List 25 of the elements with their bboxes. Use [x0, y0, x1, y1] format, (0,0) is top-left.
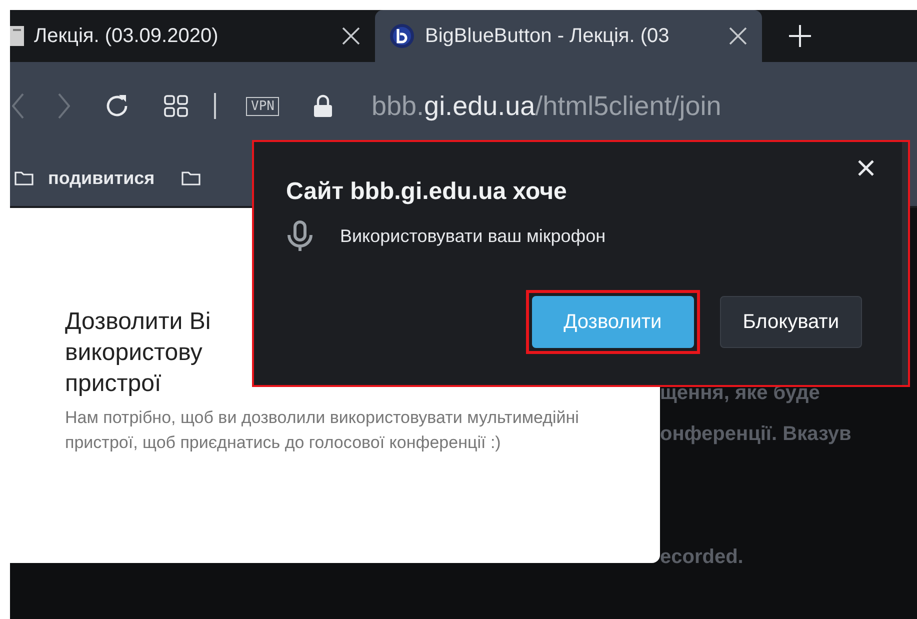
background-text: щення, яке буде	[660, 382, 821, 405]
reload-icon[interactable]	[104, 93, 130, 119]
close-icon[interactable]	[341, 26, 361, 46]
browser-tab[interactable]: BigBlueButton - Лекція. (03	[375, 10, 762, 62]
page-icon	[10, 24, 24, 48]
dialog-title-line: пристрої	[65, 369, 162, 399]
popup-title: Сайт bbb.gi.edu.ua хоче	[286, 178, 568, 206]
bookmark-folder[interactable]: подивитися	[14, 168, 155, 188]
dialog-title-line: використову	[65, 338, 202, 368]
site-logo-icon	[389, 23, 415, 49]
lock-icon[interactable]	[313, 94, 334, 118]
dialog-title-line: Дозволити Ві	[65, 307, 211, 337]
folder-icon	[14, 170, 34, 186]
new-tab-icon[interactable]	[788, 24, 812, 48]
close-icon[interactable]	[728, 26, 748, 46]
address-bar[interactable]: bbb.gi.edu.ua/html5client/join	[371, 90, 722, 122]
grid-icon[interactable]	[164, 95, 188, 117]
dialog-description: Нам потрібно, щоб ви дозволили використовувати мультимедійні пристрої, щоб приєднатись до голосової конференції :)	[65, 407, 580, 454]
vpn-badge[interactable]: VPN	[246, 96, 280, 116]
background-text: онференції. Вказув	[660, 423, 852, 446]
background-text: ecorded.	[660, 546, 744, 569]
microphone-icon	[286, 220, 314, 252]
folder-icon[interactable]	[180, 170, 201, 186]
permission-request: Використовувати ваш мікрофон	[340, 226, 606, 246]
block-button[interactable]: Блокувати	[720, 296, 862, 348]
